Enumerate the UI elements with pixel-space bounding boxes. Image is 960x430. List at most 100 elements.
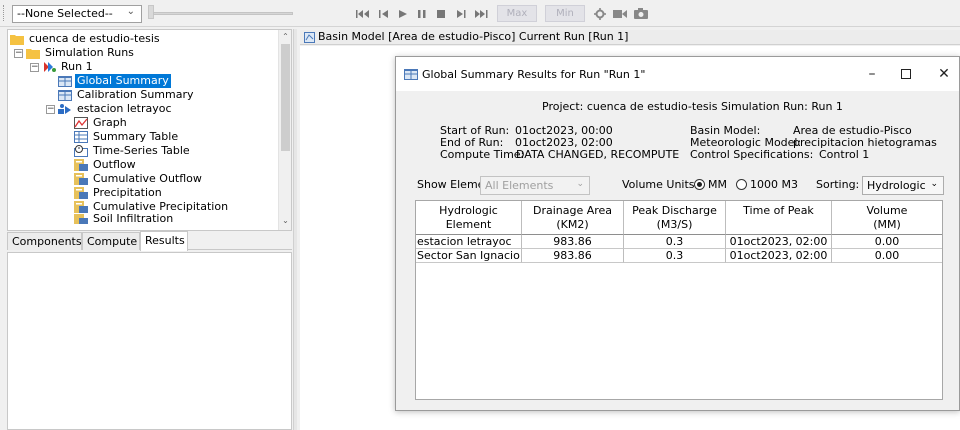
table-cell[interactable]: 983.86 <box>522 235 624 249</box>
table-cell[interactable]: 0.00 <box>832 249 942 263</box>
tree-item-soil-infiltration[interactable]: Soil Infiltration <box>74 214 175 224</box>
table-cell[interactable]: 0.3 <box>624 235 726 249</box>
fast-forward-icon[interactable] <box>472 5 490 22</box>
element-select[interactable]: --None Selected-- ⌄ <box>12 5 142 23</box>
volume-1000m3-radio[interactable]: 1000 M3 <box>736 178 798 191</box>
header-line: Peak Discharge <box>632 204 717 217</box>
minimize-icon[interactable]: – <box>862 64 882 84</box>
tab-compute[interactable]: Compute <box>82 232 140 250</box>
column-header-peak-discharge[interactable]: Peak Discharge (M3/S) <box>624 201 726 235</box>
tree-item-label: Run 1 <box>61 60 93 73</box>
pause-icon[interactable] <box>415 5 429 22</box>
summary-table-icon <box>404 68 418 83</box>
sorting-label: Sorting: <box>816 178 860 191</box>
summary-table-icon <box>58 89 72 101</box>
video-camera-icon[interactable] <box>612 5 628 22</box>
header-line: Volume <box>866 204 908 217</box>
tree-item-run-1[interactable]: − Run 1 <box>30 60 95 74</box>
tree-item-graph[interactable]: Graph <box>74 116 129 130</box>
tree-item-cumulative-precipitation[interactable]: Cumulative Precipitation <box>74 200 230 214</box>
header-line: (M3/S) <box>656 218 693 231</box>
run-icon <box>42 61 56 73</box>
collapse-icon[interactable]: − <box>46 104 55 114</box>
camera-icon[interactable] <box>633 5 649 22</box>
tree-item-label: estacion letrayoc <box>77 102 172 115</box>
sorting-value: Hydrologic <box>867 179 926 192</box>
radio-selected-icon <box>694 179 705 190</box>
tree-item-calibration-summary[interactable]: Calibration Summary <box>58 88 196 102</box>
tree-item-precipitation[interactable]: Precipitation <box>74 186 164 200</box>
table-cell[interactable]: Sector San Ignacio II <box>416 249 522 263</box>
table-icon <box>74 131 88 143</box>
graph-icon <box>74 117 88 129</box>
scroll-down-icon[interactable]: ⌄ <box>281 216 290 226</box>
tree-item-outflow[interactable]: Outflow <box>74 158 138 172</box>
summary-table-icon <box>58 75 72 87</box>
project-line: Project: cuenca de estudio-tesis Simulat… <box>542 100 843 113</box>
volume-1000m3-label: 1000 M3 <box>750 178 798 191</box>
header-line: Drainage Area <box>532 204 613 217</box>
radio-unselected-icon <box>736 179 747 190</box>
table-cell[interactable]: 01oct2023, 02:00 <box>726 235 832 249</box>
tree-item-summary-table[interactable]: Summary Table <box>74 130 180 144</box>
step-back-icon[interactable] <box>377 5 391 22</box>
tree-item-simulation-runs[interactable]: − Simulation Runs <box>14 46 136 60</box>
maximize-icon[interactable] <box>896 64 916 84</box>
tree-item-project[interactable]: cuenca de estudio-tesis <box>10 32 162 46</box>
tree-scrollbar[interactable]: ⌃ ⌄ <box>278 30 291 230</box>
table-cell[interactable]: 0.3 <box>624 249 726 263</box>
table-cell[interactable]: 983.86 <box>522 249 624 263</box>
control-spec-label: Control Specifications: <box>690 148 814 161</box>
tree-item-time-series-table[interactable]: Time-Series Table <box>74 144 192 158</box>
min-button[interactable]: Min <box>545 5 585 22</box>
table-cell[interactable]: 01oct2023, 02:00 <box>726 249 832 263</box>
panel-splitter[interactable] <box>293 29 297 430</box>
compute-time-label: Compute Time: <box>440 148 525 161</box>
play-icon[interactable] <box>396 5 410 22</box>
header-line: (KM2) <box>556 218 589 231</box>
sorting-select[interactable]: Hydrologic ⌄ <box>862 176 944 195</box>
collapse-icon[interactable]: − <box>30 62 39 72</box>
dialog-titlebar[interactable]: Global Summary Results for Run "Run 1" –… <box>396 57 959 91</box>
close-icon[interactable]: ✕ <box>934 64 954 84</box>
basin-model-window-title[interactable]: Basin Model [Area de estudio-Pisco] Curr… <box>300 30 960 45</box>
scrollbar-thumb[interactable] <box>281 44 290 151</box>
time-slider-track[interactable] <box>153 12 293 15</box>
column-header-hydrologic-element[interactable]: Hydrologic Element <box>416 201 522 235</box>
table-cell[interactable]: 0.00 <box>832 235 942 249</box>
volume-units-label: Volume Units: <box>622 178 699 191</box>
header-line: (MM) <box>873 218 901 231</box>
show-elements-select[interactable]: All Elements ⌄ <box>480 176 590 195</box>
scroll-up-icon[interactable]: ⌃ <box>281 32 290 42</box>
stop-icon[interactable] <box>434 5 448 22</box>
column-header-drainage-area[interactable]: Drainage Area (KM2) <box>522 201 624 235</box>
basin-model-title-text: Basin Model [Area de estudio-Pisco] Curr… <box>318 30 629 43</box>
table-cell[interactable]: estacion letrayoc <box>416 235 522 249</box>
step-forward-icon[interactable] <box>454 5 468 22</box>
volume-mm-label: MM <box>708 178 727 191</box>
toolbar-grip[interactable] <box>3 5 6 21</box>
chevron-down-icon: ⌄ <box>576 179 584 189</box>
max-button[interactable]: Max <box>497 5 537 22</box>
collapse-icon[interactable]: − <box>14 48 23 58</box>
tab-components[interactable]: Components <box>7 232 82 250</box>
tab-results[interactable]: Results <box>140 231 188 251</box>
tree-item-label: Graph <box>93 116 127 129</box>
tree-item-label: Soil Infiltration <box>93 214 174 224</box>
volume-mm-radio[interactable]: MM <box>694 178 727 191</box>
column-header-time-of-peak[interactable]: Time of Peak <box>726 201 832 235</box>
column-header-volume[interactable]: Volume (MM) <box>832 201 942 235</box>
tree-item-estacion-letrayoc[interactable]: − estacion letrayoc <box>46 102 174 116</box>
rewind-to-start-icon[interactable] <box>354 5 372 22</box>
header-line: Element <box>445 218 492 231</box>
tree-item-global-summary[interactable]: Global Summary <box>58 74 171 88</box>
gear-icon[interactable] <box>593 5 607 22</box>
tree-item-label: Calibration Summary <box>77 88 194 101</box>
folder-icon <box>10 33 24 45</box>
tree-item-label: Summary Table <box>93 130 179 143</box>
tree-item-cumulative-outflow[interactable]: Cumulative Outflow <box>74 172 204 186</box>
tree-item-label: Global Summary <box>75 74 171 88</box>
station-icon <box>58 103 72 115</box>
time-series-icon <box>74 214 88 224</box>
folder-icon <box>26 47 40 59</box>
